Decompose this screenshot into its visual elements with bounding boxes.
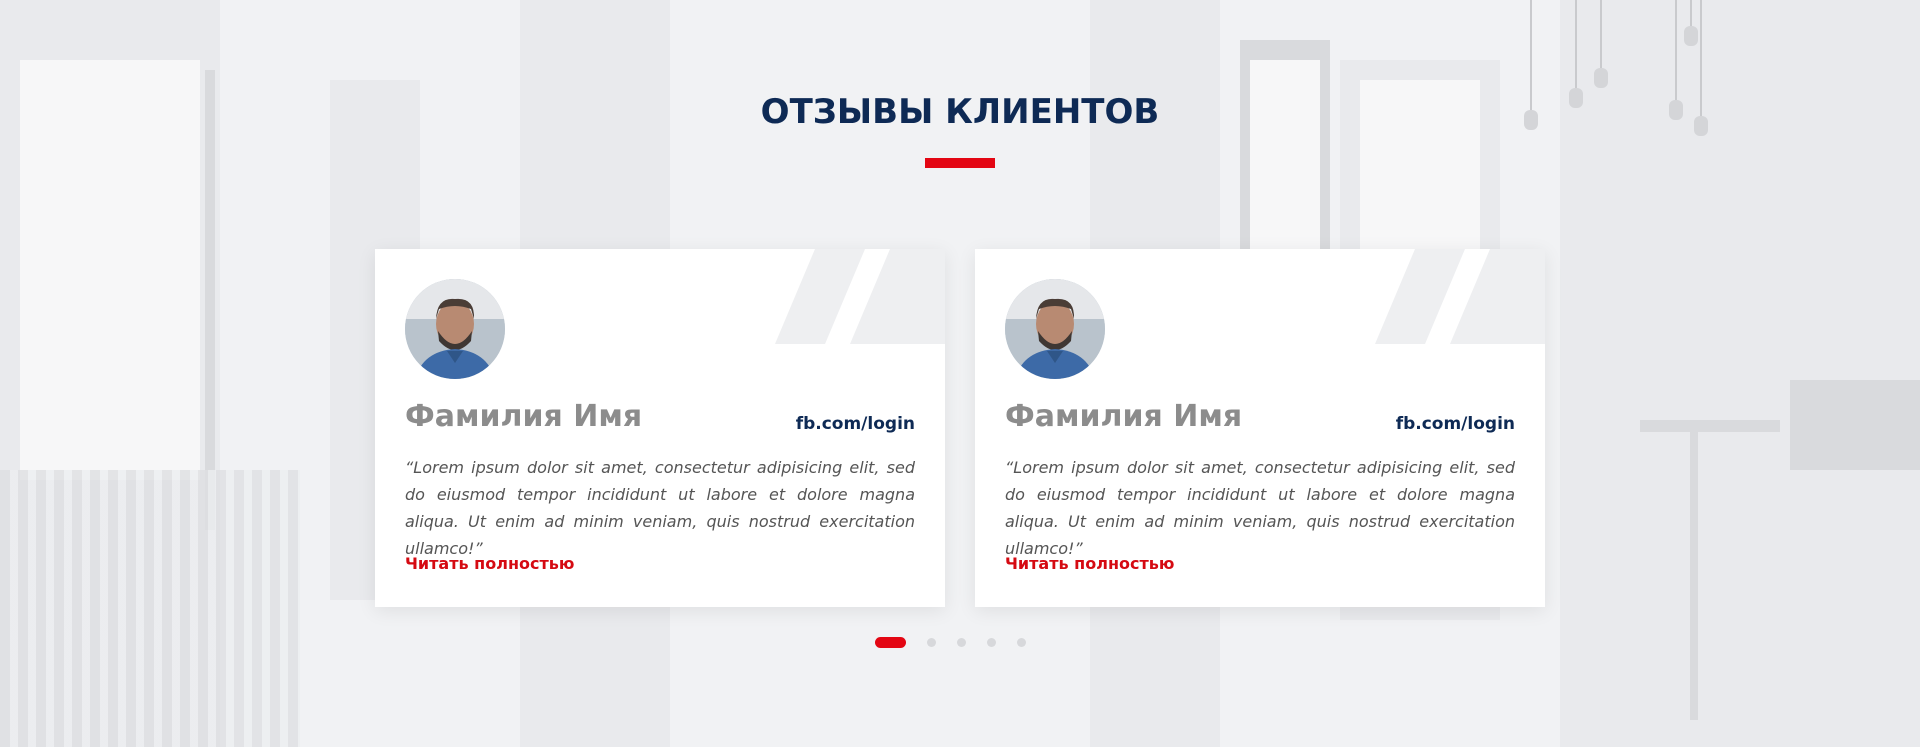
pagination-dot-active[interactable] <box>875 637 906 648</box>
person-photo-icon <box>1005 279 1105 379</box>
pagination-dot[interactable] <box>927 638 936 647</box>
social-link[interactable]: fb.com/login <box>796 414 915 434</box>
testimonial-text: “Lorem ipsum dolor sit amet, consectetur… <box>1005 458 1515 558</box>
person-photo-icon <box>405 279 505 379</box>
avatar <box>1005 279 1105 379</box>
pagination-dot[interactable] <box>957 638 966 647</box>
testimonials-section: ОТЗЫВЫ КЛИЕНТОВ Фамилия Имя fb.com/login… <box>0 0 1920 747</box>
quote-icon <box>1375 249 1545 344</box>
read-more-link[interactable]: Читать полностью <box>1005 554 1174 573</box>
avatar <box>405 279 505 379</box>
reviewer-name: Фамилия Имя <box>1005 399 1243 434</box>
reviewer-name: Фамилия Имя <box>405 399 643 434</box>
testimonial-text: “Lorem ipsum dolor sit amet, consectetur… <box>405 458 915 558</box>
pagination-dot[interactable] <box>987 638 996 647</box>
testimonial-card: Фамилия Имя fb.com/login “Lorem ipsum do… <box>375 249 945 607</box>
carousel-pagination <box>875 637 1026 648</box>
pagination-dot[interactable] <box>1017 638 1026 647</box>
social-link[interactable]: fb.com/login <box>1396 414 1515 434</box>
title-underline <box>925 158 995 168</box>
testimonial-card: Фамилия Имя fb.com/login “Lorem ipsum do… <box>975 249 1545 607</box>
quote-icon <box>775 249 945 344</box>
section-title: ОТЗЫВЫ КЛИЕНТОВ <box>760 92 1160 132</box>
read-more-link[interactable]: Читать полностью <box>405 554 574 573</box>
